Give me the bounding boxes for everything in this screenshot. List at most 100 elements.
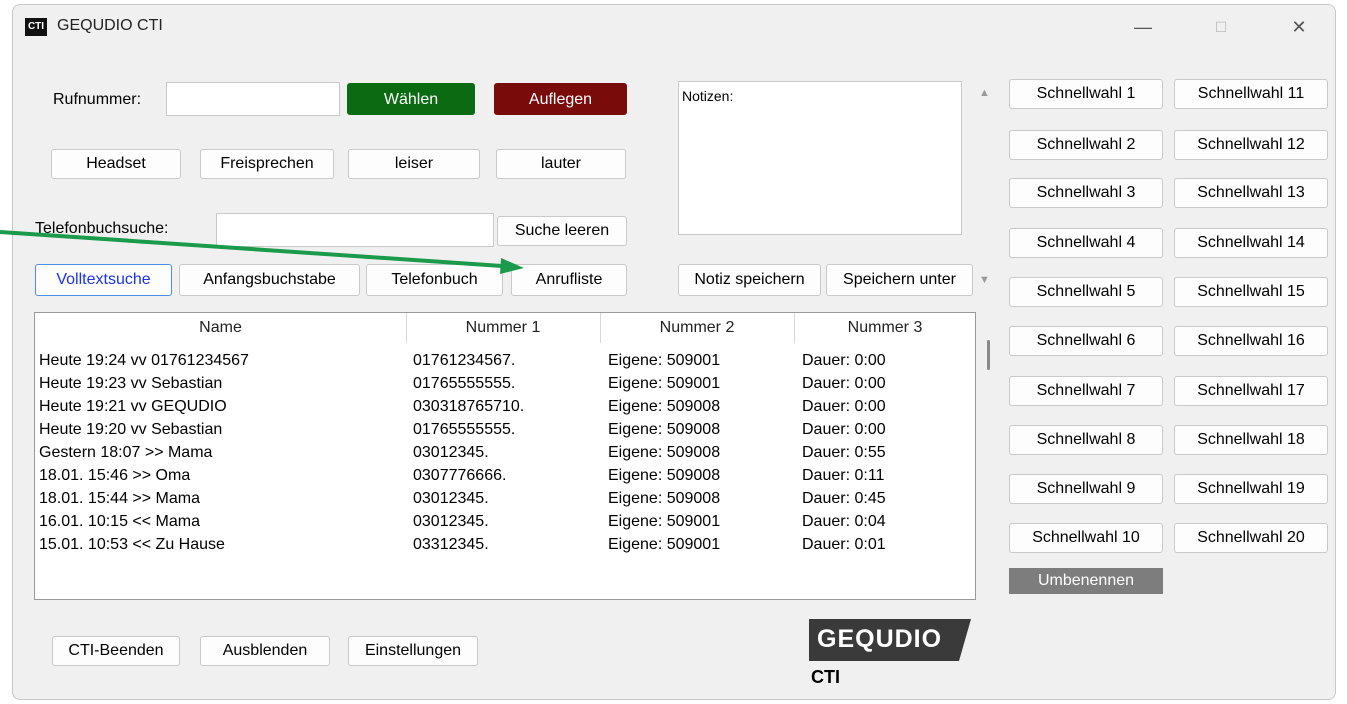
table-cell: 18.01. 15:46 >> Oma (39, 467, 191, 484)
table-cell: Dauer: 0:00 (802, 398, 886, 415)
speed-dial-button-5[interactable]: Schnellwahl 5 (1009, 277, 1163, 307)
volume-up-button[interactable]: lauter (496, 149, 626, 179)
table-cell: 15.01. 10:53 << Zu Hause (39, 536, 225, 553)
speed-dial-button-4[interactable]: Schnellwahl 4 (1009, 228, 1163, 258)
speed-dial-button-8[interactable]: Schnellwahl 8 (1009, 425, 1163, 455)
table-row[interactable]: Heute 19:24 vv 01761234567 01761234567. Ei… (35, 349, 975, 372)
table-row[interactable]: 15.01. 10:53 << Zu Hause 03312345. Eigene:… (35, 533, 975, 556)
table-cell: 01761234567. (413, 352, 516, 369)
scrollbar-thumb[interactable] (987, 340, 990, 370)
table-cell: Eigene: 509008 (608, 398, 721, 415)
app-logo-icon: CTI (25, 18, 47, 36)
notes-textarea[interactable]: Notizen: (678, 81, 962, 235)
tab-call-list[interactable]: Anrufliste (511, 264, 627, 296)
logo-subtext: CTI (811, 667, 840, 687)
table-cell: Eigene: 509008 (608, 467, 721, 484)
column-header-number2[interactable]: Nummer 2 (600, 319, 794, 337)
speed-dial-button-7[interactable]: Schnellwahl 7 (1009, 376, 1163, 406)
column-header-number1[interactable]: Nummer 1 (406, 319, 600, 337)
table-cell: Dauer: 0:01 (802, 536, 886, 553)
table-row[interactable]: 18.01. 15:44 >> Mama 03012345. Eigene: 509… (35, 487, 975, 510)
logo-text: GEQUDIO (817, 625, 943, 653)
speed-dial-button-6[interactable]: Schnellwahl 6 (1009, 326, 1163, 356)
table-cell: 01765555555. (413, 375, 516, 392)
window-title: GEQUDIO CTI (57, 17, 163, 34)
minimize-icon[interactable]: — (1123, 9, 1163, 45)
table-row[interactable]: 16.01. 10:15 << Mama 03012345. Eigene: 509… (35, 510, 975, 533)
speed-dial-button-15[interactable]: Schnellwahl 15 (1174, 277, 1328, 307)
table-cell: 01765555555. (413, 421, 516, 438)
speaker-button[interactable]: Freisprechen (200, 149, 334, 179)
phone-number-input[interactable] (166, 82, 340, 116)
speed-dial-button-3[interactable]: Schnellwahl 3 (1009, 178, 1163, 208)
speed-dial-button-1[interactable]: Schnellwahl 1 (1009, 79, 1163, 109)
speed-dial-button-2[interactable]: Schnellwahl 2 (1009, 130, 1163, 160)
table-cell: 03012345. (413, 513, 489, 530)
tab-phonebook[interactable]: Telefonbuch (366, 264, 503, 296)
speed-dial-button-11[interactable]: Schnellwahl 11 (1174, 79, 1328, 109)
speed-dial-button-17[interactable]: Schnellwahl 17 (1174, 376, 1328, 406)
table-cell: 0307776666. (413, 467, 507, 484)
table-cell: Dauer: 0:45 (802, 490, 886, 507)
hangup-button[interactable]: Auflegen (494, 83, 627, 115)
table-cell: Dauer: 0:11 (802, 467, 885, 484)
save-as-button[interactable]: Speichern unter (826, 264, 973, 296)
speed-dial-button-13[interactable]: Schnellwahl 13 (1174, 178, 1328, 208)
hide-button[interactable]: Ausblenden (200, 636, 330, 666)
dial-button[interactable]: Wählen (347, 83, 475, 115)
maximize-icon[interactable]: ☐ (1201, 9, 1241, 45)
table-cell: Dauer: 0:55 (802, 444, 886, 461)
table-row[interactable]: 18.01. 15:46 >> Oma 0307776666. Eigene: 50… (35, 464, 975, 487)
table-cell: 03312345. (413, 536, 489, 553)
exit-cti-button[interactable]: CTI-Beenden (52, 636, 180, 666)
phonebook-search-label: Telefonbuchsuche: (35, 220, 169, 237)
table-cell: 03012345. (413, 444, 489, 461)
table-cell: Heute 19:24 vv 01761234567 (39, 352, 249, 369)
speed-dial-button-20[interactable]: Schnellwahl 20 (1174, 523, 1328, 553)
scroll-up-icon[interactable]: ▲ (979, 87, 990, 99)
table-cell: 16.01. 10:15 << Mama (39, 513, 200, 530)
scroll-down-icon[interactable]: ▼ (979, 274, 990, 286)
call-list-table[interactable]: Name Nummer 1 Nummer 2 Nummer 3 Heute 19… (34, 312, 976, 600)
table-cell: Eigene: 509008 (608, 444, 721, 461)
column-header-name[interactable]: Name (35, 319, 406, 337)
table-cell: Gestern 18:07 >> Mama (39, 444, 213, 461)
tab-fulltext-search[interactable]: Volltextsuche (35, 264, 172, 296)
table-cell: Dauer: 0:04 (802, 513, 886, 530)
speed-dial-button-18[interactable]: Schnellwahl 18 (1174, 425, 1328, 455)
column-header-number3[interactable]: Nummer 3 (794, 319, 976, 337)
app-window: CTI GEQUDIO CTI — ☐ ✕ Rufnummer: Wählen … (12, 4, 1336, 700)
table-cell: Dauer: 0:00 (802, 375, 886, 392)
close-icon[interactable]: ✕ (1279, 9, 1319, 45)
notes-label: Notizen: (682, 88, 734, 104)
title-bar[interactable]: CTI GEQUDIO CTI — ☐ ✕ (13, 5, 1335, 49)
speed-dial-button-14[interactable]: Schnellwahl 14 (1174, 228, 1328, 258)
speed-dial-button-16[interactable]: Schnellwahl 16 (1174, 326, 1328, 356)
clear-search-button[interactable]: Suche leeren (497, 216, 627, 246)
table-cell: Eigene: 509001 (608, 513, 721, 530)
table-row[interactable]: Gestern 18:07 >> Mama 03012345. Eigene: 50… (35, 441, 975, 464)
tab-initial-letter[interactable]: Anfangsbuchstabe (179, 264, 360, 296)
speed-dial-button-9[interactable]: Schnellwahl 9 (1009, 474, 1163, 504)
rename-button[interactable]: Umbenennen (1009, 568, 1163, 594)
table-row[interactable]: Heute 19:20 vv Sebastian 01765555555. Eige… (35, 418, 975, 441)
table-cell: 18.01. 15:44 >> Mama (39, 490, 200, 507)
speed-dial-button-12[interactable]: Schnellwahl 12 (1174, 130, 1328, 160)
save-note-button[interactable]: Notiz speichern (678, 264, 821, 296)
table-row[interactable]: Heute 19:21 vv GEQUDIO 030318765710. Eigen… (35, 395, 975, 418)
volume-down-button[interactable]: leiser (348, 149, 480, 179)
table-cell: 03012345. (413, 490, 489, 507)
phonebook-search-input[interactable] (216, 213, 494, 247)
table-row[interactable]: Heute 19:23 vv Sebastian 01765555555. Eige… (35, 372, 975, 395)
settings-button[interactable]: Einstellungen (348, 636, 478, 666)
table-cell: Heute 19:21 vv GEQUDIO (39, 398, 227, 415)
table-cell: Eigene: 509008 (608, 490, 721, 507)
phone-number-label: Rufnummer: (53, 91, 142, 108)
headset-button[interactable]: Headset (51, 149, 181, 179)
table-cell: 030318765710. (413, 398, 525, 415)
speed-dial-button-19[interactable]: Schnellwahl 19 (1174, 474, 1328, 504)
table-cell: Heute 19:23 vv Sebastian (39, 375, 223, 392)
speed-dial-button-10[interactable]: Schnellwahl 10 (1009, 523, 1163, 553)
table-cell: Eigene: 509001 (608, 352, 721, 369)
table-cell: Dauer: 0:00 (802, 421, 886, 438)
